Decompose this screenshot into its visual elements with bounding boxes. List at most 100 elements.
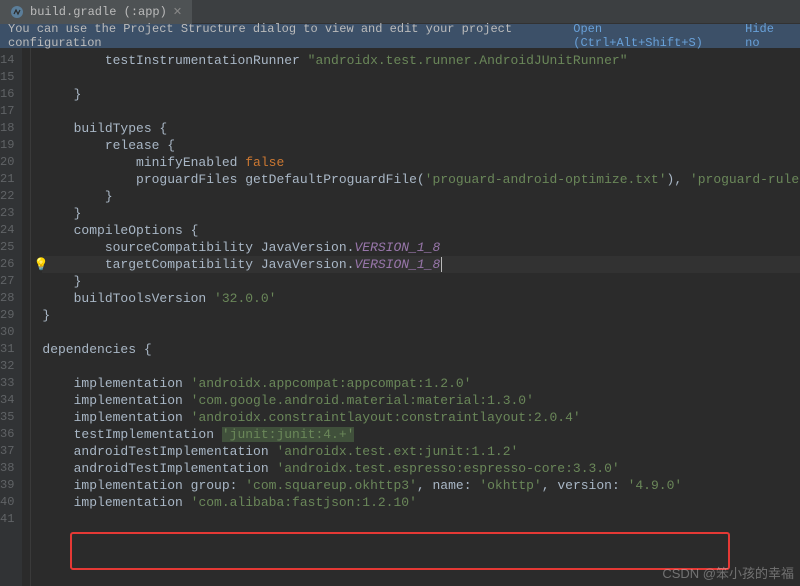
code-token: 'androidx.test.ext:junit:1.1.2' (276, 444, 518, 459)
code-line[interactable] (42, 358, 800, 375)
line-number: 20 (0, 154, 22, 171)
code-line[interactable]: testInstrumentationRunner "androidx.test… (42, 52, 800, 69)
line-number: 38 (0, 460, 22, 477)
code-line[interactable]: } (42, 205, 800, 222)
code-token: compileOptions { (42, 223, 198, 238)
code-line[interactable]: compileOptions { (42, 222, 800, 239)
code-editor[interactable]: 14151617181920212223242526💡2728293031323… (0, 48, 800, 586)
code-token: implementation (42, 376, 190, 391)
code-token: ), (667, 172, 690, 187)
line-number: 23 (0, 205, 22, 222)
line-number: 19 (0, 137, 22, 154)
line-number: 29 (0, 307, 22, 324)
tab-bar: build.gradle (:app) ✕ (0, 0, 800, 24)
code-token: } (42, 87, 81, 102)
text-caret (441, 257, 442, 272)
code-token: implementation (42, 478, 190, 493)
line-number: 21 (0, 171, 22, 188)
line-number: 39 (0, 477, 22, 494)
code-token: androidTestImplementation (42, 444, 276, 459)
code-line[interactable]: minifyEnabled false (42, 154, 800, 171)
code-token: androidTestImplementation (42, 461, 276, 476)
code-token: 'proguard-android-optimize.txt' (425, 172, 667, 187)
code-token: group: (191, 478, 246, 493)
line-number: 33 (0, 375, 22, 392)
file-tab[interactable]: build.gradle (:app) ✕ (0, 0, 192, 24)
code-line[interactable]: implementation group: 'com.squareup.okht… (42, 477, 800, 494)
code-token: VERSION_1_8 (354, 240, 440, 255)
indent-guide (30, 48, 31, 586)
code-token: release { (42, 138, 175, 153)
code-token: 'androidx.constraintlayout:constraintlay… (191, 410, 581, 425)
code-token: 'androidx.test.espresso:espresso-core:3.… (276, 461, 619, 476)
code-line[interactable]: release { (42, 137, 800, 154)
info-bar: You can use the Project Structure dialog… (0, 24, 800, 48)
code-line[interactable]: } (42, 273, 800, 290)
code-line[interactable]: sourceCompatibility JavaVersion.VERSION_… (42, 239, 800, 256)
code-token: implementation (42, 393, 190, 408)
code-line[interactable] (42, 511, 800, 528)
code-line[interactable]: } (42, 86, 800, 103)
code-line[interactable] (42, 69, 800, 86)
line-number: 28 (0, 290, 22, 307)
code-line[interactable]: implementation 'com.alibaba:fastjson:1.2… (42, 494, 800, 511)
code-token: testInstrumentationRunner (42, 53, 307, 68)
code-token: implementation (42, 410, 190, 425)
code-token: VERSION_1_8 (354, 257, 440, 272)
code-token: '4.9.0' (628, 478, 683, 493)
code-token: buildTypes { (42, 121, 167, 136)
line-number: 22 (0, 188, 22, 205)
code-token: targetCompatibility JavaVersion. (42, 257, 354, 272)
code-line[interactable]: targetCompatibility JavaVersion.VERSION_… (42, 256, 800, 273)
code-area[interactable]: testInstrumentationRunner "androidx.test… (22, 48, 800, 586)
code-token: minifyEnabled (42, 155, 245, 170)
open-project-structure-link[interactable]: Open (Ctrl+Alt+Shift+S) (573, 22, 727, 50)
info-message: You can use the Project Structure dialog… (8, 22, 573, 50)
code-token: "androidx.test.runner.AndroidJUnitRunner… (308, 53, 628, 68)
hide-notification-link[interactable]: Hide no (745, 22, 792, 50)
code-line[interactable] (42, 324, 800, 341)
code-line[interactable]: androidTestImplementation 'androidx.test… (42, 443, 800, 460)
code-token: 'proguard-rules.pro' (690, 172, 800, 187)
gradle-file-icon (10, 5, 24, 19)
line-number: 14 (0, 52, 22, 69)
code-line[interactable] (42, 103, 800, 120)
line-number: 27 (0, 273, 22, 290)
code-line[interactable]: implementation 'com.google.android.mater… (42, 392, 800, 409)
code-token: } (42, 189, 112, 204)
line-number: 25 (0, 239, 22, 256)
line-number-gutter: 14151617181920212223242526💡2728293031323… (0, 48, 22, 586)
line-number: 34 (0, 392, 22, 409)
code-token: false (245, 155, 284, 170)
code-line[interactable]: testImplementation 'junit:junit:4.+' (42, 426, 800, 443)
code-token: , name: (417, 478, 479, 493)
code-line[interactable]: implementation 'androidx.appcompat:appco… (42, 375, 800, 392)
code-token: , version: (542, 478, 628, 493)
line-number: 41 (0, 511, 22, 528)
code-token: 'com.alibaba:fastjson:1.2.10' (191, 495, 417, 510)
line-number: 15 (0, 69, 22, 86)
code-token: } (42, 206, 81, 221)
code-line[interactable]: } (42, 307, 800, 324)
code-line[interactable]: } (42, 188, 800, 205)
code-line[interactable]: proguardFiles getDefaultProguardFile('pr… (42, 171, 800, 188)
tab-label: build.gradle (:app) (30, 5, 167, 19)
code-token: sourceCompatibility JavaVersion. (42, 240, 354, 255)
code-token: } (42, 308, 50, 323)
code-token: testImplementation (42, 427, 221, 442)
intention-bulb-icon[interactable]: 💡 (33, 257, 48, 274)
line-number: 31 (0, 341, 22, 358)
code-token: 'junit:junit:4.+' (222, 427, 355, 442)
code-token: 'com.squareup.okhttp3' (245, 478, 417, 493)
line-number: 17 (0, 103, 22, 120)
code-line[interactable]: dependencies { (42, 341, 800, 358)
code-line[interactable]: implementation 'androidx.constraintlayou… (42, 409, 800, 426)
line-number: 37 (0, 443, 22, 460)
watermark: CSDN @笨小孩的幸福 (662, 563, 794, 582)
code-line[interactable]: buildToolsVersion '32.0.0' (42, 290, 800, 307)
line-number: 40 (0, 494, 22, 511)
close-icon[interactable]: ✕ (173, 5, 182, 19)
line-number: 26💡 (0, 256, 22, 273)
code-line[interactable]: buildTypes { (42, 120, 800, 137)
code-line[interactable]: androidTestImplementation 'androidx.test… (42, 460, 800, 477)
